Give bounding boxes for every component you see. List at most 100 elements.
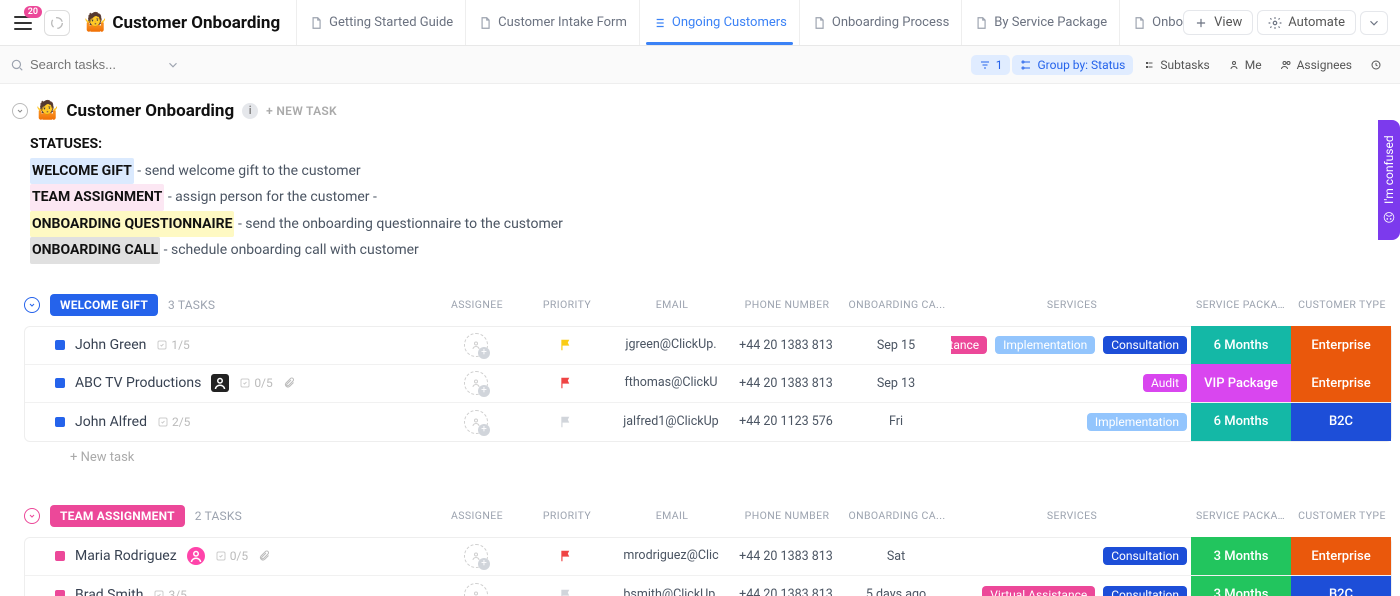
task-avatar[interactable] <box>187 547 205 565</box>
assignee-cell[interactable]: + <box>431 326 521 364</box>
assignee-placeholder[interactable]: + <box>464 544 488 568</box>
phone-cell[interactable]: +44 20 1123 576 <box>731 403 841 441</box>
service-chip[interactable]: Virtual Assistance <box>951 336 987 354</box>
group-collapse-button[interactable] <box>24 297 40 313</box>
assignee-placeholder[interactable]: + <box>464 371 488 395</box>
tab-customer-intake-form[interactable]: Customer Intake Form <box>465 0 639 45</box>
onboarding-cell[interactable]: Fri <box>841 403 951 441</box>
assignee-placeholder[interactable]: + <box>464 583 488 596</box>
status-square[interactable] <box>55 378 65 388</box>
onboarding-cell[interactable]: Sat <box>841 537 951 575</box>
tab-onboarding-process[interactable]: Onboarding Process <box>799 0 961 45</box>
add-view-button[interactable]: View <box>1183 10 1253 35</box>
service-chip[interactable]: Virtual Assistance <box>982 586 1095 596</box>
task-avatar[interactable] <box>211 374 229 392</box>
task-row[interactable]: Maria Rodriguez 0/5 + mrodriguez@Clic+44 20… <box>25 538 1391 576</box>
email-cell[interactable]: bsmith@ClickUp. <box>611 576 731 596</box>
automate-more-button[interactable] <box>1360 11 1388 35</box>
tab-by-service-package[interactable]: By Service Package <box>961 0 1119 45</box>
customer-type-cell[interactable]: Enterprise <box>1291 364 1391 402</box>
service-chip[interactable]: Implementation <box>1087 413 1187 431</box>
attachment-icon[interactable] <box>283 377 295 389</box>
task-name[interactable]: Brad Smith <box>75 587 143 596</box>
service-chip[interactable]: Audit <box>1143 374 1187 392</box>
search-dropdown-icon[interactable] <box>166 58 180 72</box>
service-package-cell[interactable]: 6 Months <box>1191 326 1291 364</box>
search-wrap[interactable] <box>10 57 210 72</box>
email-cell[interactable]: mrodriguez@Clic <box>611 537 731 575</box>
services-cell[interactable]: Audit <box>951 364 1191 402</box>
service-package-cell[interactable]: 3 Months <box>1191 576 1291 596</box>
task-name[interactable]: Maria Rodriguez <box>75 548 177 564</box>
customer-type-cell[interactable]: B2C <box>1291 576 1391 596</box>
email-cell[interactable]: jalfred1@ClickUp <box>611 403 731 441</box>
status-square[interactable] <box>55 590 65 596</box>
list-title[interactable]: 🤷 Customer Onboarding <box>36 100 234 121</box>
new-task-row[interactable]: + New task <box>24 442 1392 473</box>
priority-cell[interactable] <box>521 364 611 402</box>
service-package-cell[interactable]: 3 Months <box>1191 537 1291 575</box>
status-square[interactable] <box>55 551 65 561</box>
services-cell[interactable]: Consultation <box>951 537 1191 575</box>
service-chip[interactable]: Consultation <box>1103 547 1187 565</box>
customer-type-cell[interactable]: Enterprise <box>1291 326 1391 364</box>
info-icon[interactable]: i <box>242 103 258 119</box>
service-chip[interactable]: Implementation <box>995 336 1095 354</box>
attachment-icon[interactable] <box>258 550 270 562</box>
space-title[interactable]: 🤷 Customer Onboarding <box>74 12 290 33</box>
services-cell[interactable]: Virtual Assistance Consultation <box>951 576 1191 596</box>
status-square[interactable] <box>55 340 65 350</box>
assignee-cell[interactable]: + <box>431 364 521 402</box>
groupby-pill[interactable]: Group by: Status <box>1012 55 1133 75</box>
task-row[interactable]: Brad Smith 3/5 + bsmith@ClickUp.+44 20 1383… <box>25 576 1391 596</box>
email-cell[interactable]: fthomas@ClickU <box>611 364 731 402</box>
subtask-progress[interactable]: 3/5 <box>153 588 186 596</box>
task-name[interactable]: ABC TV Productions <box>75 375 201 391</box>
subtask-progress[interactable]: 0/5 <box>215 549 248 563</box>
phone-cell[interactable]: +44 20 1383 813 <box>731 537 841 575</box>
loading-icon[interactable] <box>44 10 70 36</box>
group-label[interactable]: TEAM ASSIGNMENT <box>50 505 185 527</box>
service-chip[interactable]: Consultation <box>1103 336 1187 354</box>
status-square[interactable] <box>55 417 65 427</box>
search-input[interactable] <box>30 57 160 72</box>
onboarding-cell[interactable]: Sep 13 <box>841 364 951 402</box>
task-row[interactable]: John Green1/5+jgreen@ClickUp.+44 20 1383… <box>25 327 1391 365</box>
customer-type-cell[interactable]: B2C <box>1291 403 1391 441</box>
collapse-list-button[interactable] <box>12 103 28 119</box>
tab-getting-started-guide[interactable]: Getting Started Guide <box>296 0 465 45</box>
subtask-progress[interactable]: 0/5 <box>239 376 272 390</box>
onboarding-cell[interactable]: 5 days ago <box>841 576 951 596</box>
assignee-placeholder[interactable]: + <box>464 333 488 357</box>
priority-cell[interactable] <box>521 326 611 364</box>
tab-onboarding[interactable]: Onboarding <box>1119 0 1183 45</box>
me-pill[interactable]: Me <box>1220 55 1270 75</box>
group-collapse-button[interactable] <box>24 508 40 524</box>
priority-cell[interactable] <box>521 576 611 596</box>
tab-ongoing-customers[interactable]: Ongoing Customers <box>639 0 799 45</box>
im-confused-tab[interactable]: ☹I'm confused <box>1378 120 1400 240</box>
task-row[interactable]: John Alfred2/5+jalfred1@ClickUp+44 20 11… <box>25 403 1391 441</box>
subtask-progress[interactable]: 1/5 <box>156 338 189 352</box>
automate-button[interactable]: Automate <box>1257 10 1356 35</box>
onboarding-cell[interactable]: Sep 15 <box>841 326 951 364</box>
group-label[interactable]: WELCOME GIFT <box>50 294 158 316</box>
phone-cell[interactable]: +44 20 1383 813 <box>731 326 841 364</box>
phone-cell[interactable]: +44 20 1383 813 <box>731 364 841 402</box>
task-name[interactable]: John Alfred <box>75 414 147 430</box>
assignees-pill[interactable]: Assignees <box>1272 55 1360 75</box>
priority-cell[interactable] <box>521 537 611 575</box>
services-cell[interactable]: Implementation <box>951 403 1191 441</box>
assignee-cell[interactable]: + <box>431 537 521 575</box>
subtask-progress[interactable]: 2/5 <box>157 415 190 429</box>
services-cell[interactable]: Virtual Assistance Implementation Consulta… <box>951 326 1191 364</box>
more-toolbar-icon[interactable] <box>1362 56 1390 74</box>
service-package-cell[interactable]: 6 Months <box>1191 403 1291 441</box>
task-name[interactable]: John Green <box>75 337 146 353</box>
phone-cell[interactable]: +44 20 1383 813 <box>731 576 841 596</box>
new-task-button[interactable]: + NEW TASK <box>266 104 337 118</box>
task-row[interactable]: ABC TV Productions 0/5 + fthomas@ClickU+44 … <box>25 365 1391 403</box>
subtasks-pill[interactable]: Subtasks <box>1135 55 1217 75</box>
service-chip[interactable]: Consultation <box>1103 586 1187 596</box>
menu-toggle[interactable]: 20 <box>12 12 34 34</box>
